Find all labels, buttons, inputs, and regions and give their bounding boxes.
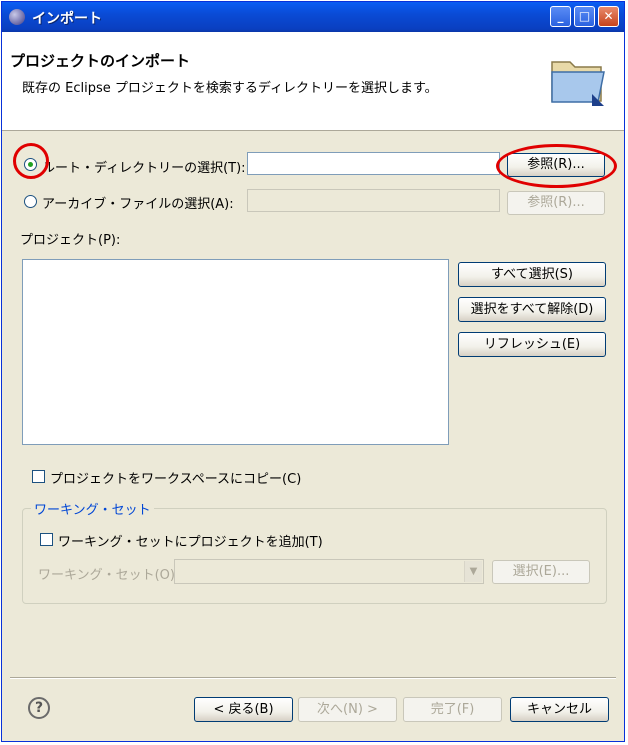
root-directory-radio[interactable] <box>24 158 37 171</box>
title-bar[interactable]: インポート _ □ ✕ <box>2 2 624 32</box>
eclipse-icon <box>9 9 25 25</box>
working-set-select-button[interactable]: 選択(E)... <box>492 560 590 584</box>
working-set-group <box>22 508 607 604</box>
import-dialog: インポート _ □ ✕ プロジェクトのインポート 既存の Eclipse プロジ… <box>1 1 625 742</box>
deselect-all-button[interactable]: 選択をすべて解除(D) <box>458 297 606 322</box>
add-to-working-set-label: ワーキング・セットにプロジェクトを追加(T) <box>58 535 323 550</box>
wizard-header: プロジェクトのインポート 既存の Eclipse プロジェクトを検索するディレク… <box>2 32 624 131</box>
refresh-button[interactable]: リフレッシュ(E) <box>458 332 606 357</box>
cancel-button[interactable]: キャンセル <box>510 697 609 722</box>
maximize-button[interactable]: □ <box>574 6 595 27</box>
archive-browse-button[interactable]: 参照(R)... <box>507 191 605 215</box>
footer-separator <box>10 677 616 679</box>
working-set-combo[interactable]: ▼ <box>174 559 484 584</box>
window-title: インポート <box>32 11 102 27</box>
root-directory-input[interactable] <box>247 152 500 175</box>
help-icon[interactable]: ? <box>28 697 50 719</box>
copy-to-workspace-label: プロジェクトをワークスペースにコピー(C) <box>50 472 302 487</box>
root-browse-button[interactable]: 参照(R)... <box>507 153 605 177</box>
chevron-down-icon[interactable]: ▼ <box>464 561 482 582</box>
page-title: プロジェクトのインポート <box>10 52 191 70</box>
archive-file-label: アーカイブ・ファイルの選択(A): <box>42 197 234 212</box>
minimize-button[interactable]: _ <box>550 6 571 27</box>
page-description: 既存の Eclipse プロジェクトを検索するディレクトリーを選択します。 <box>22 81 438 96</box>
finish-button[interactable]: 完了(F) <box>403 697 502 722</box>
archive-file-radio[interactable] <box>24 195 37 208</box>
folder-icon <box>551 61 605 106</box>
add-to-working-set-checkbox[interactable] <box>40 533 53 546</box>
archive-file-input[interactable] <box>247 189 500 212</box>
select-all-button[interactable]: すべて選択(S) <box>458 262 606 287</box>
back-button[interactable]: < 戻る(B) <box>194 697 293 722</box>
working-set-group-title: ワーキング・セット <box>31 499 154 518</box>
working-set-label: ワーキング・セット(O): <box>38 568 180 583</box>
projects-label: プロジェクト(P): <box>20 233 121 248</box>
root-directory-label: ルート・ディレクトリーの選択(T): <box>42 161 246 176</box>
copy-to-workspace-checkbox[interactable] <box>32 470 45 483</box>
close-button[interactable]: ✕ <box>598 6 619 27</box>
projects-list[interactable] <box>22 259 449 445</box>
next-button[interactable]: 次へ(N) > <box>298 697 397 722</box>
